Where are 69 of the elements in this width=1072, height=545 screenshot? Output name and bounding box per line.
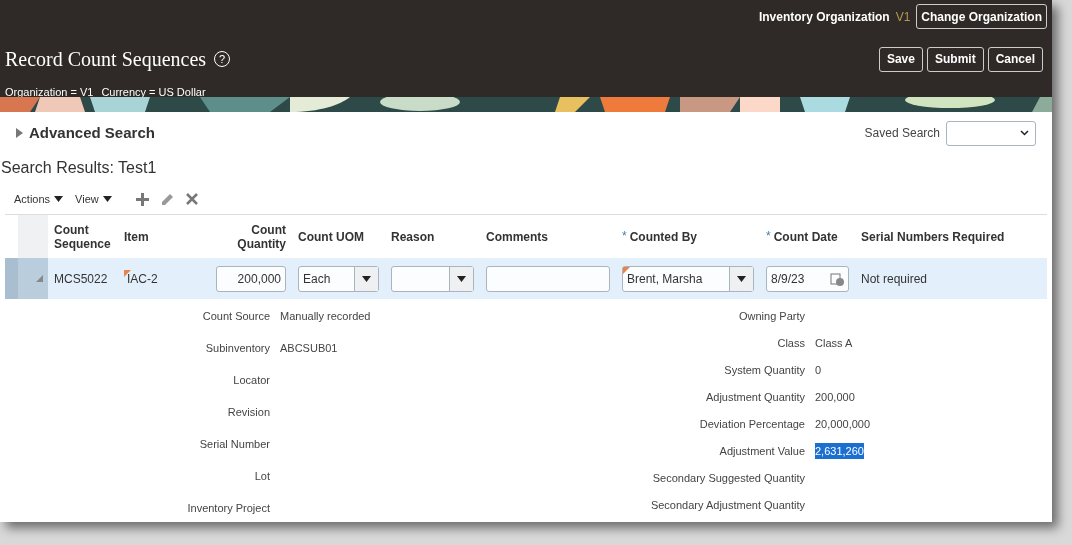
collapse-icon[interactable] xyxy=(36,275,43,282)
detail-label: Count Source xyxy=(202,309,270,324)
item-link[interactable]: IAC-2 xyxy=(124,269,158,288)
table-cell-text: Not required xyxy=(861,270,928,288)
detail-label: System Quantity xyxy=(724,363,805,378)
detail-label: Serial Number xyxy=(199,437,270,452)
column-header: Comments xyxy=(486,229,548,244)
column-header: Count UOM xyxy=(298,229,364,244)
detail-value: 2,631,260 xyxy=(815,442,864,460)
detail-value: ABCSUB01 xyxy=(280,340,338,356)
detail-label: Secondary Adjustment Quantity xyxy=(650,498,805,513)
detail-label: Deviation Percentage xyxy=(699,417,805,432)
required-mark: * xyxy=(766,228,771,245)
column-header: Counted By xyxy=(629,229,697,244)
detail-label: Lot xyxy=(254,469,270,484)
column-header: Serial Numbers Required xyxy=(861,229,1005,244)
delete-icon[interactable] xyxy=(185,193,198,205)
detail-label: Adjustment Value xyxy=(719,444,805,459)
page-title: Record Count Sequences xyxy=(5,47,207,73)
add-icon[interactable] xyxy=(135,192,149,206)
detail-label: Secondary Suggested Quantity xyxy=(652,471,805,486)
detail-value: 0 xyxy=(815,362,822,378)
saved-search-label: Saved Search xyxy=(864,125,940,142)
required-mark: * xyxy=(622,228,627,245)
detail-label: Revision xyxy=(227,405,270,420)
menu-button[interactable]: Actions xyxy=(14,190,64,208)
select-field[interactable] xyxy=(391,265,474,292)
detail-label: Subinventory xyxy=(205,341,270,356)
edit-icon[interactable] xyxy=(160,192,174,206)
saved-search-select[interactable] xyxy=(946,120,1036,146)
calendar-icon xyxy=(830,271,844,286)
comments-field[interactable] xyxy=(486,265,610,292)
advanced-search-toggle[interactable]: Advanced Search xyxy=(16,121,155,145)
context-text: Organization = V1 xyxy=(5,85,94,100)
change-organization-button[interactable]: Change Organization xyxy=(916,4,1047,29)
select-field[interactable]: Brent, Marsha xyxy=(622,265,754,292)
detail-label: Owning Party xyxy=(738,309,805,324)
column-header: Count Date xyxy=(773,229,838,244)
dropdown-icon xyxy=(737,275,746,282)
organization-value: V1 xyxy=(895,8,911,26)
detail-value: 20,000,000 xyxy=(815,416,871,432)
column-header: Count Sequence xyxy=(54,222,112,251)
toolbar-button[interactable]: Submit xyxy=(926,46,984,72)
organization-label: Inventory Organization xyxy=(758,8,890,26)
table-cell-text: MCS5022 xyxy=(54,270,108,288)
results-title: Search Results: Test1 xyxy=(0,158,158,178)
date-field[interactable]: 8/9/23 xyxy=(766,265,849,292)
row-selector[interactable] xyxy=(5,258,48,299)
detail-label: Inventory Project xyxy=(187,501,270,516)
quantity-field[interactable]: 200,000 xyxy=(216,265,286,292)
context-text: Currency = US Dollar xyxy=(101,85,206,100)
column-header: Count Quantity xyxy=(236,222,286,251)
menu-button[interactable]: View xyxy=(75,190,112,208)
caret-icon xyxy=(102,196,112,202)
toolbar-button[interactable]: Cancel xyxy=(987,46,1043,72)
caret-icon xyxy=(54,196,64,202)
detail-label: Adjustment Quantity xyxy=(705,390,805,405)
dropdown-icon xyxy=(457,275,466,282)
dropdown-icon xyxy=(362,275,371,282)
detail-label: Class xyxy=(777,336,805,351)
detail-value: 200,000 xyxy=(815,389,855,405)
column-header: Reason xyxy=(391,229,435,244)
detail-label: Locator xyxy=(233,373,270,388)
select-field[interactable]: Each xyxy=(298,265,379,292)
toolbar-button[interactable]: Save xyxy=(878,46,923,72)
detail-value: Manually recorded xyxy=(280,308,371,324)
chevron-down-icon xyxy=(1020,130,1029,136)
detail-value: Class A xyxy=(815,335,853,351)
column-header: Item xyxy=(124,229,149,244)
